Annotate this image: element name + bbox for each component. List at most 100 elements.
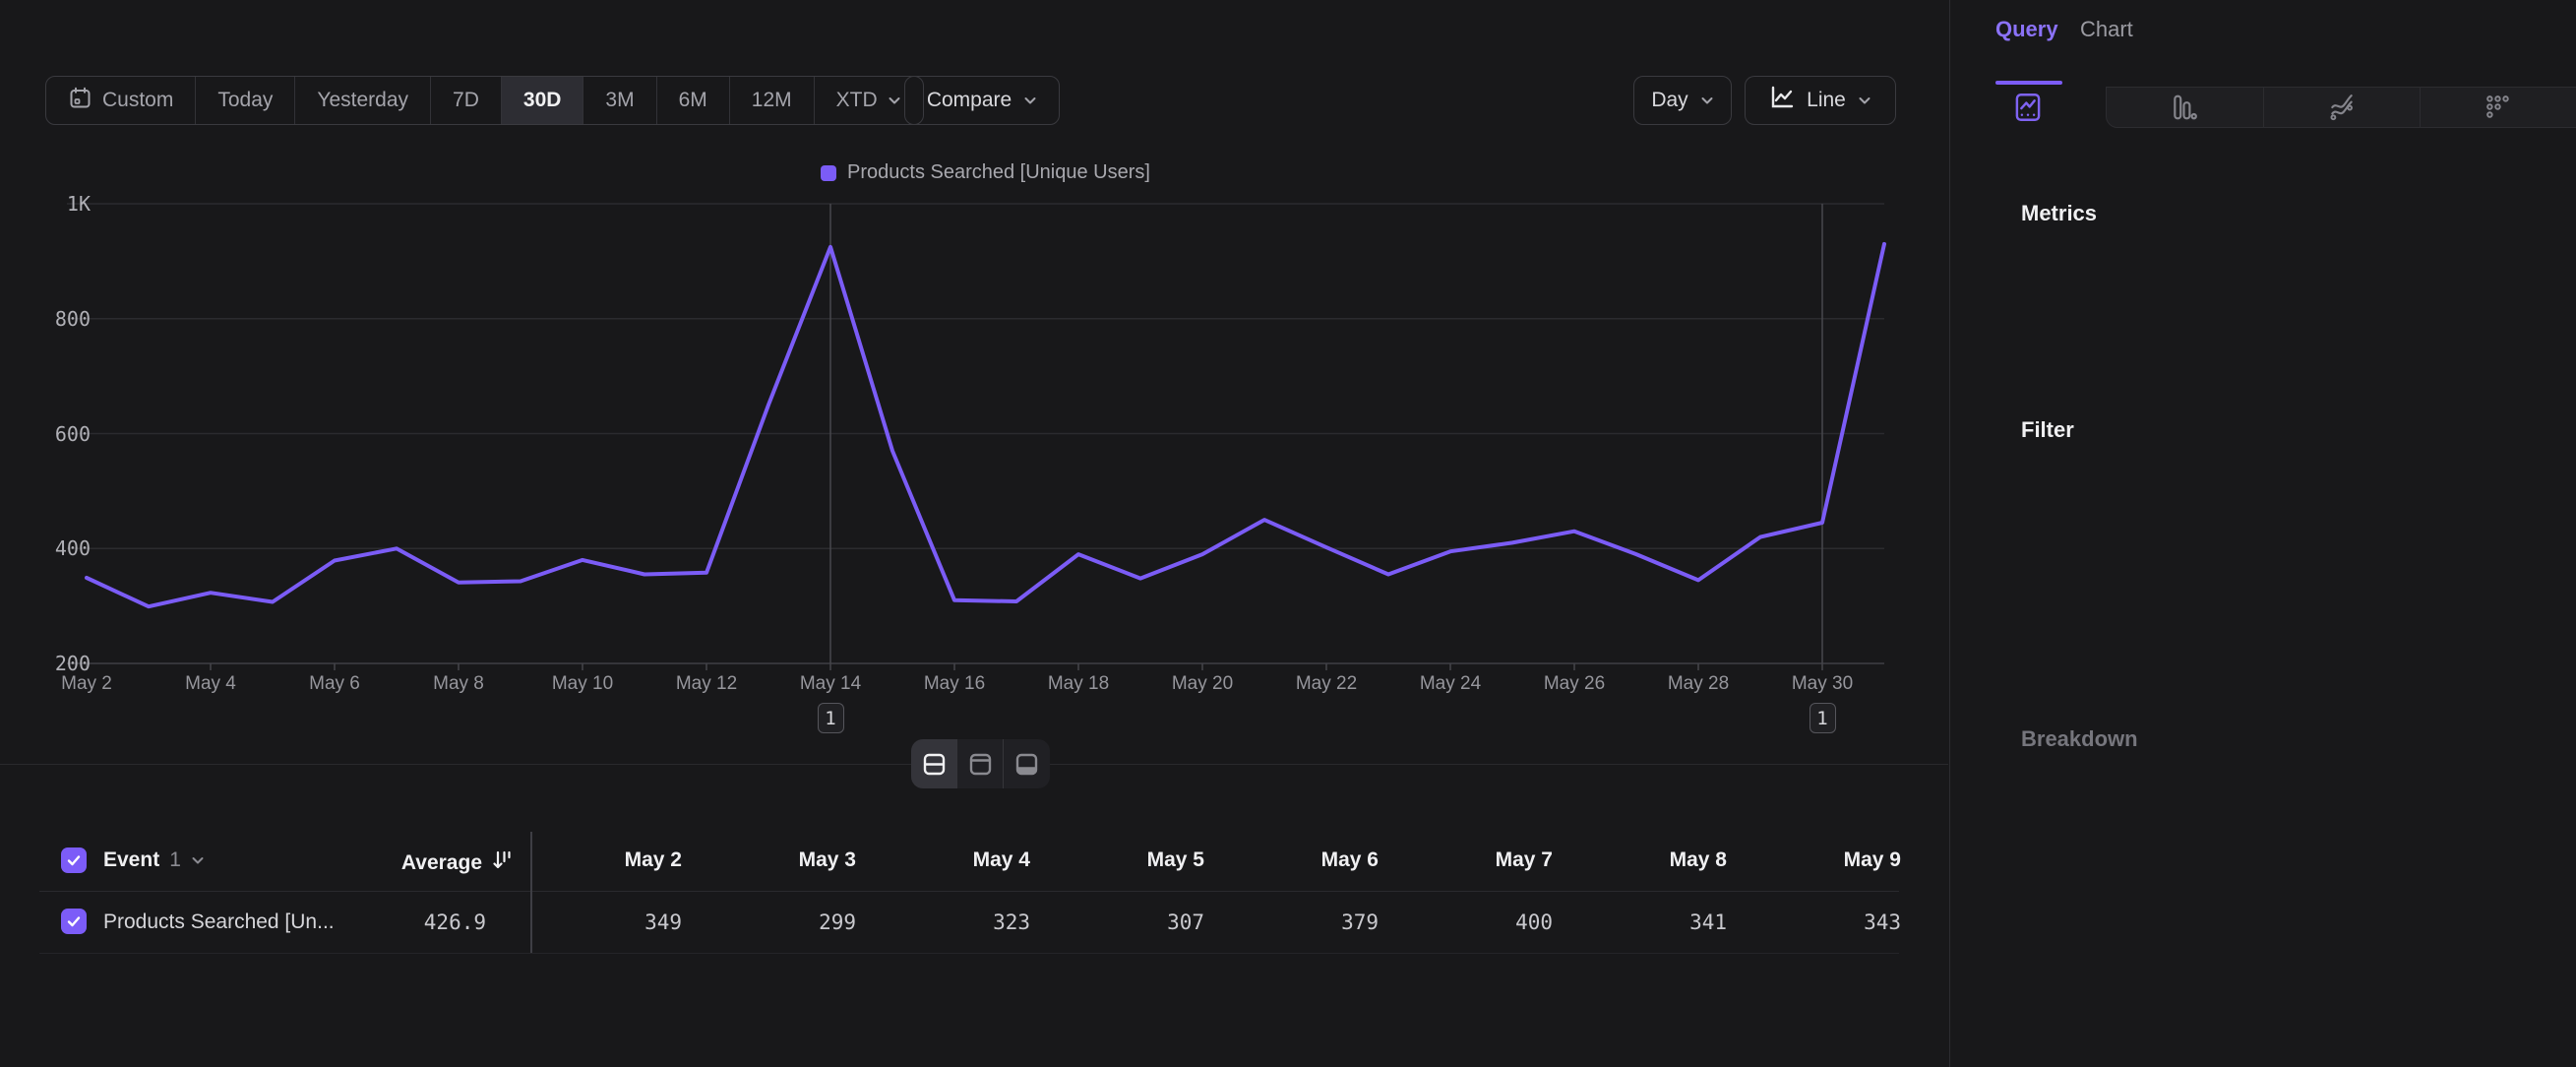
table-divider <box>39 953 1899 954</box>
tab-query[interactable]: Query <box>1995 17 2058 42</box>
cell-value: 343 <box>1727 910 1901 934</box>
y-axis-label: 200 <box>31 652 91 675</box>
event-count: 1 <box>169 848 181 872</box>
row-checkbox[interactable] <box>61 909 87 934</box>
date-range-label: Custom <box>102 89 173 112</box>
event-label: Event <box>103 848 159 872</box>
interval-label: Day <box>1651 89 1687 112</box>
x-axis-label: May 8 <box>414 673 503 695</box>
sort-descending-icon <box>490 848 514 877</box>
x-axis-label: May 30 <box>1778 673 1867 695</box>
date-range-12m[interactable]: 12M <box>730 77 815 124</box>
query-sidebar: Query Chart Metrics A <box>1949 0 2576 1067</box>
x-axis-label: May 4 <box>166 673 255 695</box>
x-axis-label: May 2 <box>42 673 131 695</box>
chart-type-tabs <box>1950 87 2576 128</box>
event-dropdown[interactable]: Event 1 <box>103 848 205 872</box>
chart-type-button[interactable]: Line <box>1745 76 1896 125</box>
date-range-label: Today <box>217 89 273 112</box>
chevron-down-icon <box>1700 94 1714 107</box>
chevron-down-icon <box>1023 94 1037 107</box>
date-range-custom[interactable]: Custom <box>46 77 196 124</box>
row-values: 349299323307379400341343 <box>530 910 1901 934</box>
annotation-badge[interactable]: 1 <box>818 703 844 733</box>
active-tab-underline <box>1995 81 2062 85</box>
tab-bar-chart[interactable] <box>2106 87 2263 128</box>
date-range-label: 6M <box>679 89 707 112</box>
select-all-checkbox[interactable] <box>61 847 87 873</box>
y-axis-label: 400 <box>31 536 91 560</box>
date-column-header[interactable]: May 2 <box>530 848 682 872</box>
date-range-30d[interactable]: 30D <box>502 77 584 124</box>
x-axis-label: May 12 <box>662 673 751 695</box>
average-label: Average <box>401 851 482 875</box>
chevron-down-icon <box>191 853 205 867</box>
date-column-header[interactable]: May 7 <box>1379 848 1553 872</box>
compare-button[interactable]: Compare <box>904 76 1060 125</box>
date-range-label: 3M <box>605 89 634 112</box>
layout-chart-only-button[interactable] <box>957 739 1004 788</box>
x-axis-label: May 28 <box>1654 673 1743 695</box>
results-table: Event 1 Average May 2May 3May 4May 5May … <box>0 832 1948 953</box>
date-range-today[interactable]: Today <box>196 77 295 124</box>
date-column-header[interactable]: May 3 <box>682 848 856 872</box>
row-average: 426.9 <box>295 910 486 934</box>
x-axis-label: May 20 <box>1158 673 1247 695</box>
date-range-6m[interactable]: 6M <box>657 77 730 124</box>
compare-label: Compare <box>927 89 1012 112</box>
date-column-headers: May 2May 3May 4May 5May 6May 7May 8May 9 <box>530 848 1901 872</box>
main-area: Custom Today Yesterday 7D 30D 3M 6M 12M XTD Comp… <box>0 0 1948 1067</box>
line-chart-icon <box>1769 85 1795 116</box>
date-column-header[interactable]: May 9 <box>1727 848 1901 872</box>
layout-table-only-button[interactable] <box>1004 739 1050 788</box>
date-column-header[interactable]: May 6 <box>1204 848 1379 872</box>
tab-line-chart[interactable] <box>1950 87 2106 128</box>
interval-button[interactable]: Day <box>1633 76 1732 125</box>
chevron-down-icon <box>1858 94 1871 107</box>
x-axis-label: May 18 <box>1034 673 1123 695</box>
tab-chart[interactable]: Chart <box>2080 17 2133 42</box>
column-separator <box>530 832 532 953</box>
y-axis-label: 800 <box>31 307 91 331</box>
cell-value: 307 <box>1030 910 1204 934</box>
cell-value: 400 <box>1379 910 1553 934</box>
tab-retention-grid[interactable] <box>2421 87 2576 128</box>
date-range-7d[interactable]: 7D <box>431 77 502 124</box>
date-range-control: Custom Today Yesterday 7D 30D 3M 6M 12M XTD <box>45 76 924 125</box>
date-column-header[interactable]: May 8 <box>1553 848 1727 872</box>
date-range-label: XTD <box>836 89 878 112</box>
date-column-header[interactable]: May 4 <box>856 848 1030 872</box>
filter-heading: Filter <box>2021 417 2074 443</box>
analytics-app: Custom Today Yesterday 7D 30D 3M 6M 12M XTD Comp… <box>0 0 2576 1067</box>
calendar-icon <box>68 86 92 116</box>
cell-value: 349 <box>530 910 682 934</box>
x-axis-label: May 6 <box>290 673 379 695</box>
average-sort-header[interactable]: Average <box>295 848 514 877</box>
date-range-label: Yesterday <box>317 89 408 112</box>
cell-value: 299 <box>682 910 856 934</box>
cell-value: 379 <box>1204 910 1379 934</box>
x-axis-label: May 24 <box>1406 673 1495 695</box>
metrics-heading: Metrics <box>2021 201 2097 226</box>
x-axis-label: May 26 <box>1530 673 1619 695</box>
y-axis-label: 1K <box>31 192 91 216</box>
x-axis-label: May 10 <box>538 673 627 695</box>
x-axis-label: May 22 <box>1282 673 1371 695</box>
x-axis-label: May 16 <box>910 673 999 695</box>
annotation-badge[interactable]: 1 <box>1809 703 1836 733</box>
x-axis-label: May 14 <box>786 673 875 695</box>
date-range-yesterday[interactable]: Yesterday <box>295 77 431 124</box>
date-range-label: 7D <box>453 89 479 112</box>
date-range-label: 12M <box>752 89 792 112</box>
cell-value: 323 <box>856 910 1030 934</box>
tab-flow-chart[interactable] <box>2264 87 2421 128</box>
table-row[interactable]: Products Searched [Un... 426.9 349299323… <box>0 891 1948 953</box>
layout-toggle <box>911 739 1050 788</box>
date-range-label: 30D <box>523 89 562 112</box>
chevron-down-icon <box>888 94 901 107</box>
cell-value: 341 <box>1553 910 1727 934</box>
date-column-header[interactable]: May 5 <box>1030 848 1204 872</box>
date-range-3m[interactable]: 3M <box>583 77 656 124</box>
layout-split-view-button[interactable] <box>911 739 957 788</box>
line-chart[interactable]: 1K800600400200May 2May 4May 6May 8May 10… <box>0 148 1948 758</box>
